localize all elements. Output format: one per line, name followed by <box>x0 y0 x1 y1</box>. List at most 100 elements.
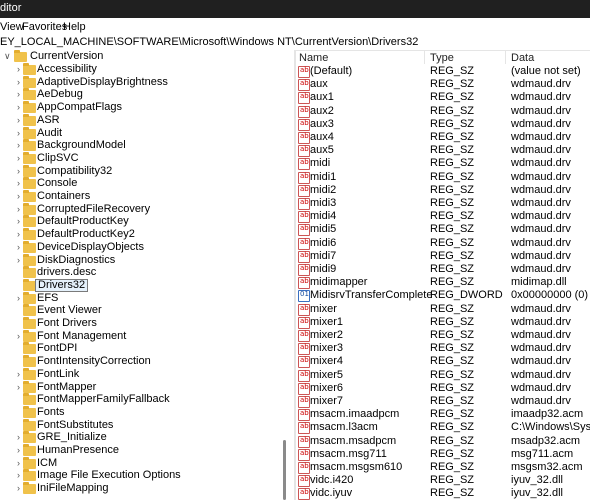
tree-item[interactable]: › DefaultProductKey2 <box>0 228 290 241</box>
chevron-down-icon[interactable]: ∨ <box>4 50 11 63</box>
column-header-data[interactable]: Data <box>511 52 534 64</box>
tree-item[interactable]: › Audit <box>0 126 290 140</box>
chevron-right-icon[interactable]: › <box>17 139 20 152</box>
tree-item[interactable]: › DeviceDisplayObjects <box>0 240 290 254</box>
tree-item[interactable]: Drivers32 <box>0 278 290 292</box>
value-row[interactable]: aux3 REG_SZ wdmaud.drv <box>296 118 590 131</box>
chevron-right-icon[interactable]: › <box>17 330 20 343</box>
menu-item-view[interactable]: View <box>0 21 24 33</box>
tree-item[interactable]: › HumanPresence <box>0 444 290 457</box>
tree-item[interactable]: › Compatibility32 <box>0 164 290 178</box>
value-row[interactable]: midi2 REG_SZ wdmaud.drv <box>296 184 590 197</box>
tree-item-root[interactable]: ∨ CurrentVersion <box>0 50 290 63</box>
address-bar[interactable]: EY_LOCAL_MACHINE\SOFTWARE\Microsoft\Wind… <box>0 35 590 51</box>
tree-item[interactable]: Event Viewer <box>0 304 290 317</box>
tree-item[interactable]: › Console <box>0 177 290 190</box>
value-row[interactable]: midimapper REG_SZ midimap.dll <box>296 276 590 290</box>
value-row[interactable]: vidc.i420 REG_SZ iyuv_32.dll <box>296 474 590 488</box>
value-row[interactable]: midi3 REG_SZ wdmaud.drv <box>296 197 590 210</box>
chevron-right-icon[interactable]: › <box>17 127 20 140</box>
value-row[interactable]: midi1 REG_SZ wdmaud.drv <box>296 171 590 184</box>
value-row[interactable]: aux2 REG_SZ wdmaud.drv <box>296 105 590 118</box>
chevron-right-icon[interactable]: › <box>17 177 20 190</box>
chevron-right-icon[interactable]: › <box>17 228 20 241</box>
column-header-type[interactable]: Type <box>430 52 454 64</box>
value-row[interactable]: aux REG_SZ wdmaud.drv <box>296 78 590 92</box>
value-row[interactable]: msacm.imaadpcm REG_SZ imaadp32.acm <box>296 408 590 422</box>
tree-item[interactable]: FontSubstitutes <box>0 418 290 432</box>
tree-scrollbar[interactable] <box>283 440 286 500</box>
value-row[interactable]: midi6 REG_SZ wdmaud.drv <box>296 237 590 250</box>
tree-item[interactable]: FontDPI <box>0 342 290 355</box>
tree-item[interactable]: drivers.desc <box>0 266 290 279</box>
chevron-right-icon[interactable]: › <box>17 431 20 444</box>
tree-item[interactable]: FontMapperFamilyFallback <box>0 393 290 406</box>
chevron-right-icon[interactable]: › <box>17 381 20 394</box>
chevron-right-icon[interactable]: › <box>17 254 20 267</box>
value-row[interactable]: mixer3 REG_SZ wdmaud.drv <box>296 342 590 356</box>
tree-item[interactable]: › DefaultProductKey <box>0 215 290 228</box>
chevron-right-icon[interactable]: › <box>17 63 20 76</box>
value-row[interactable]: msacm.l3acm REG_SZ C:\Windows\System32 <box>296 421 590 435</box>
menu-item-help[interactable]: Help <box>63 21 86 33</box>
value-row[interactable]: midi4 REG_SZ wdmaud.drv <box>296 210 590 224</box>
value-row[interactable]: midi REG_SZ wdmaud.drv <box>296 157 590 171</box>
value-row[interactable]: MidisrvTransferCompleteREG_DWORD 0x000000… <box>296 289 590 303</box>
menu-item-favorites[interactable]: Favorites <box>22 21 67 33</box>
address-path[interactable]: EY_LOCAL_MACHINE\SOFTWARE\Microsoft\Wind… <box>0 36 418 48</box>
value-row[interactable]: vidc.iyuv REG_SZ iyuv_32.dll <box>296 487 590 500</box>
value-row[interactable]: midi7 REG_SZ wdmaud.drv <box>296 250 590 263</box>
chevron-right-icon[interactable]: › <box>17 368 20 381</box>
chevron-right-icon[interactable]: › <box>17 165 20 178</box>
chevron-right-icon[interactable]: › <box>17 292 20 305</box>
tree-item[interactable]: › Font Management <box>0 329 290 343</box>
tree-item[interactable]: › Accessibility <box>0 63 290 76</box>
value-row[interactable]: mixer REG_SZ wdmaud.drv <box>296 303 590 316</box>
value-row[interactable]: mixer1 REG_SZ wdmaud.drv <box>296 316 590 329</box>
chevron-right-icon[interactable]: › <box>17 114 20 127</box>
chevron-right-icon[interactable]: › <box>17 241 20 254</box>
tree-item[interactable]: › Image File Execution Options <box>0 469 290 482</box>
values-list[interactable]: Name Type Data (Default) REG_SZ (value not… <box>296 50 590 500</box>
column-divider[interactable] <box>424 50 425 64</box>
value-row[interactable]: (Default) REG_SZ (value not set) <box>296 65 590 78</box>
value-row[interactable]: aux4 REG_SZ wdmaud.drv <box>296 131 590 144</box>
tree-item[interactable]: › ASR <box>0 113 290 127</box>
tree-item[interactable]: › IniFileMapping <box>0 482 290 495</box>
tree-item[interactable]: › AppCompatFlags <box>0 101 290 114</box>
tree-item[interactable]: › EFS <box>0 291 290 305</box>
value-row[interactable]: midi9 REG_SZ wdmaud.drv <box>296 263 590 276</box>
tree-item[interactable]: › BackgroundModel <box>0 139 290 152</box>
chevron-right-icon[interactable]: › <box>17 469 20 482</box>
tree-item[interactable]: › FontMapper <box>0 380 290 394</box>
chevron-right-icon[interactable]: › <box>17 190 20 203</box>
value-row[interactable]: msacm.msg711 REG_SZ msg711.acm <box>296 448 590 461</box>
tree-item[interactable]: › FontLink <box>0 367 290 381</box>
chevron-right-icon[interactable]: › <box>17 152 20 165</box>
tree-item[interactable]: › ICM <box>0 456 290 470</box>
tree-item[interactable]: › Containers <box>0 190 290 203</box>
value-row[interactable]: midi5 REG_SZ wdmaud.drv <box>296 223 590 237</box>
tree-item[interactable]: › ClipSVC <box>0 151 290 165</box>
value-row[interactable]: msacm.msadpcm REG_SZ msadp32.acm <box>296 435 590 448</box>
tree-item[interactable]: › GRE_Initialize <box>0 431 290 444</box>
value-row[interactable]: msacm.msgsm610 REG_SZ msgsm32.acm <box>296 461 590 474</box>
tree-item[interactable]: Font Drivers <box>0 317 290 330</box>
value-row[interactable]: mixer5 REG_SZ wdmaud.drv <box>296 369 590 382</box>
chevron-right-icon[interactable]: › <box>17 101 20 114</box>
chevron-right-icon[interactable]: › <box>17 76 20 89</box>
chevron-right-icon[interactable]: › <box>17 88 20 101</box>
chevron-right-icon[interactable]: › <box>17 457 20 470</box>
value-row[interactable]: mixer2 REG_SZ wdmaud.drv <box>296 329 590 342</box>
tree-item[interactable]: › AeDebug <box>0 88 290 101</box>
tree-item[interactable]: › CorruptedFileRecovery <box>0 202 290 216</box>
chevron-right-icon[interactable]: › <box>17 444 20 457</box>
value-row[interactable]: aux5 REG_SZ wdmaud.drv <box>296 144 590 158</box>
value-row[interactable]: mixer6 REG_SZ wdmaud.drv <box>296 382 590 395</box>
tree-item[interactable]: FontIntensityCorrection <box>0 355 290 368</box>
tree-item[interactable]: › AdaptiveDisplayBrightness <box>0 75 290 89</box>
chevron-right-icon[interactable]: › <box>17 215 20 228</box>
tree-item[interactable]: Fonts <box>0 405 290 419</box>
value-row[interactable]: mixer7 REG_SZ wdmaud.drv <box>296 395 590 408</box>
value-row[interactable]: aux1 REG_SZ wdmaud.drv <box>296 91 590 105</box>
